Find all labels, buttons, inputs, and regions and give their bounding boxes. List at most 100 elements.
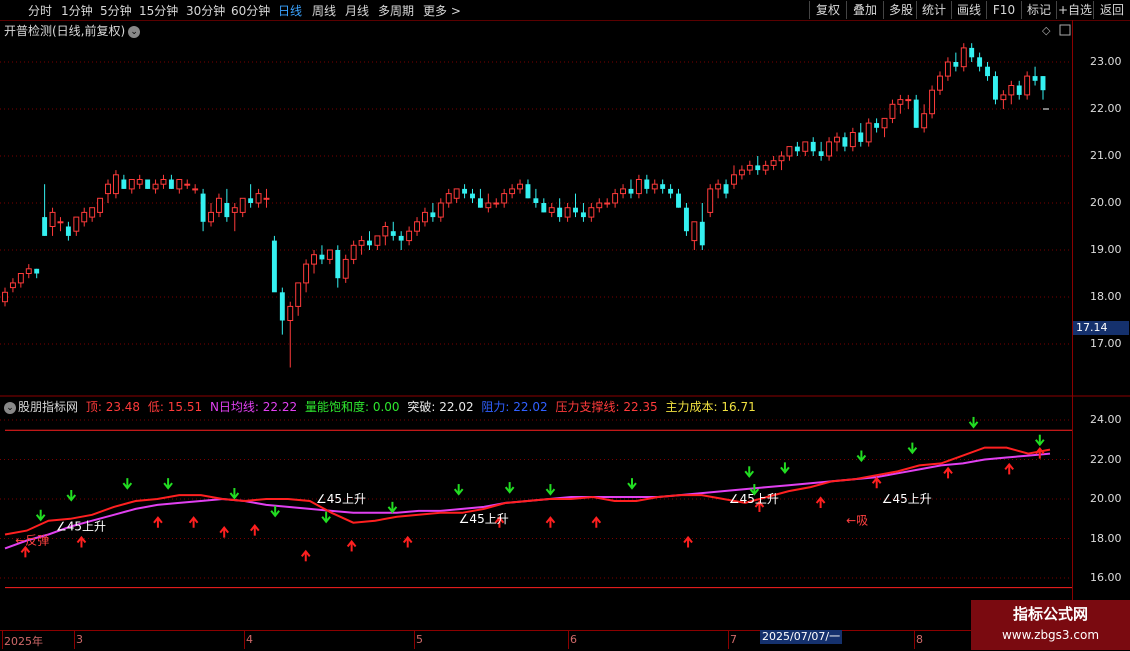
candle-body: [358, 240, 365, 246]
candle-body: [477, 198, 483, 208]
candle-body: [224, 203, 230, 218]
time-tick: [2, 631, 3, 649]
candle-body: [874, 123, 880, 128]
candle-body: [81, 211, 88, 223]
candle-body: [525, 184, 531, 199]
candle-body: [778, 155, 785, 162]
candle-body: [326, 249, 333, 260]
candle-body: [319, 254, 325, 260]
support-line-value: 压力支撑线: 22.35: [555, 400, 658, 414]
indicator-tick-label: 20.00: [1090, 492, 1122, 505]
time-tick-label: 3: [76, 633, 83, 646]
candle-body: [342, 258, 349, 279]
candle-body: [1000, 94, 1007, 101]
signal-label: ∠45上升: [316, 492, 366, 506]
candle-body: [1008, 85, 1015, 96]
price-tick-label: 17.00: [1090, 337, 1122, 350]
candle-body: [731, 174, 737, 185]
signal-label: ∠45上升: [459, 512, 509, 526]
candle-body: [993, 76, 998, 100]
candle-body: [192, 188, 199, 191]
time-tick-label: 6: [570, 633, 577, 646]
candle-body: [390, 231, 396, 236]
candle-body: [953, 62, 959, 67]
time-tick: [74, 631, 75, 649]
candle-body: [287, 305, 294, 321]
indicator-tick-label: 18.00: [1090, 531, 1122, 545]
candle-body: [160, 179, 167, 185]
price-tick-label: 23.00: [1090, 55, 1122, 68]
candle-body: [826, 141, 833, 157]
candle-body: [9, 282, 16, 289]
candle-body: [802, 141, 809, 152]
candle-body: [810, 141, 816, 152]
candle-body: [311, 254, 317, 265]
candle-body: [350, 244, 357, 260]
candle-body: [128, 179, 135, 190]
candle-body: [470, 193, 475, 199]
candle-body: [382, 226, 389, 237]
candle-body: [676, 193, 681, 208]
candle-body: [255, 193, 262, 204]
indicator-tick-label: 22.00: [1090, 452, 1122, 466]
candle-body: [374, 235, 381, 246]
candle-body: [485, 202, 492, 209]
candle-body: [1024, 75, 1031, 96]
signal-label: ←反弹: [15, 533, 49, 547]
candle-body: [596, 202, 603, 209]
time-tick: [414, 631, 415, 649]
candle-body: [699, 221, 705, 246]
signal-label: ∠45上升: [729, 492, 779, 506]
candle-body: [604, 202, 611, 205]
candle-body: [152, 183, 159, 190]
chevron-down-icon[interactable]: ⌄: [4, 401, 16, 414]
candle-body: [49, 211, 56, 227]
breakout-value: 突破: 22.02: [407, 400, 474, 414]
candle-body: [176, 179, 183, 190]
candle-body: [73, 216, 80, 232]
resistance-value: 阻力: 22.02: [481, 400, 548, 414]
candle-body: [588, 207, 595, 218]
candle-body: [865, 122, 872, 143]
candle-body: [1032, 76, 1038, 81]
candle-body: [715, 183, 722, 190]
main-cost-value: 主力成本: 16.71: [665, 400, 756, 414]
time-tick: [728, 631, 729, 649]
candle-body: [136, 179, 143, 185]
signal-label: ←吸: [846, 514, 868, 528]
candle-body: [628, 188, 634, 194]
candle-body: [65, 226, 71, 236]
candle-body: [231, 207, 238, 213]
signal-label: ∠45上升: [882, 492, 932, 506]
time-tick: [914, 631, 915, 649]
candle-body: [937, 75, 943, 91]
candle-body: [557, 207, 563, 218]
candle-body: [42, 217, 48, 236]
candle-body: [707, 188, 714, 213]
time-tick-label: 8: [916, 633, 923, 646]
candle-body: [929, 89, 936, 115]
candle-body: [208, 211, 214, 223]
candle-body: [762, 164, 769, 171]
candle-body: [770, 160, 777, 166]
candle-body: [406, 230, 413, 242]
candle-body: [548, 207, 555, 213]
candle-body: [215, 197, 222, 213]
indicator-name[interactable]: 股朋指标网: [18, 400, 78, 414]
candle-body: [105, 183, 111, 195]
candle-body: [1040, 76, 1046, 91]
candle-body: [34, 268, 40, 274]
candle-body: [271, 240, 277, 293]
candle-body: [881, 117, 888, 129]
candle-body: [112, 174, 119, 195]
top-value: 顶: 23.48: [85, 400, 141, 414]
candle-body: [977, 57, 983, 67]
candle-body: [755, 165, 761, 171]
signal-label: ∠45上升: [56, 520, 106, 534]
candle-body: [612, 193, 619, 204]
candle-body: [786, 146, 793, 157]
chart-canvas: ◇∠45上升∠45上升∠45上升∠45上升∠45上升←吸←反弹←反弹: [0, 24, 1130, 589]
time-tick-label: 2025年: [4, 635, 43, 648]
time-tick: [244, 631, 245, 649]
low-value: 低: 15.51: [147, 400, 203, 414]
